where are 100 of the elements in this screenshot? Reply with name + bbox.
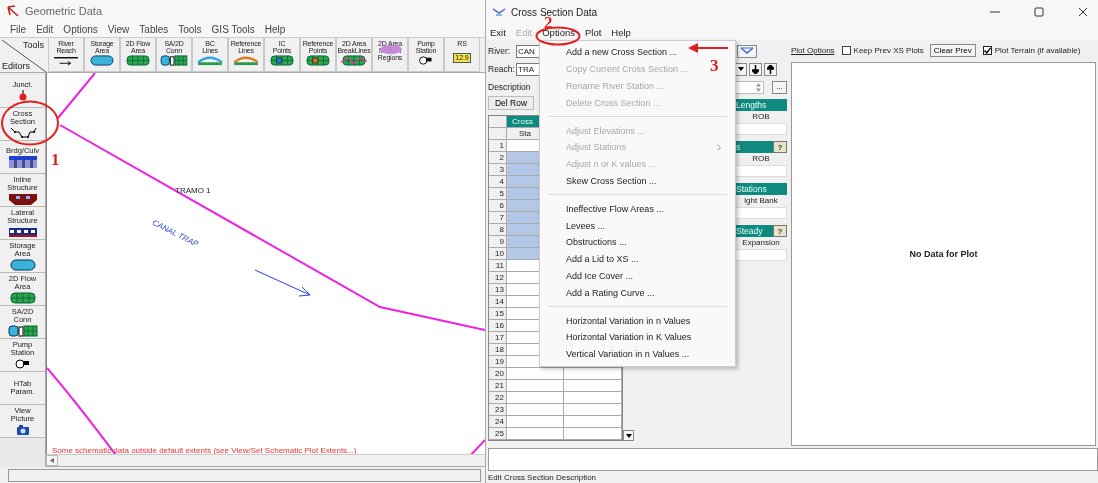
row-number: 7 (489, 212, 507, 224)
maximize-icon (1034, 7, 1044, 17)
row-number: 13 (489, 284, 507, 296)
help-button[interactable]: ? (773, 225, 787, 237)
warning-message: Some schematic data outside default extents (see View/Set Schematic Plot Extents...) (52, 446, 357, 454)
spinner-field[interactable] (734, 80, 764, 94)
flow-area-icon (7, 291, 38, 304)
table-cell[interactable] (507, 380, 564, 392)
table-cell[interactable] (507, 416, 564, 428)
storage-area-icon (7, 258, 38, 271)
reach-label: TRAMO 1 (175, 186, 211, 195)
reference-lines-icon (232, 55, 260, 66)
horizontal-scrollbar[interactable] (46, 454, 485, 467)
row-number: 25 (489, 428, 507, 440)
menu-item[interactable]: Help (611, 26, 631, 38)
clear-button[interactable]: Clear Prev (929, 43, 976, 57)
menu-item[interactable]: Add a Rating Curve ... (540, 284, 661, 302)
row-number: 3 (489, 164, 507, 176)
browse-button[interactable]: ... (772, 80, 787, 94)
menu-item[interactable]: Help (264, 24, 286, 35)
menu-item[interactable]: Exit (490, 26, 506, 38)
diagonal-line (0, 38, 48, 74)
menu-item[interactable]: View (107, 24, 130, 35)
menu-item[interactable]: Add a Lid to XS ... (540, 250, 645, 268)
menu-item[interactable]: Ineffective Flow Areas ... (540, 200, 670, 218)
checkbox-label: Plot Terrain (if available) (994, 45, 1081, 55)
status-text: Edit Cross Section Description (487, 472, 598, 483)
field-label: River: (488, 46, 512, 56)
row-number: 24 (489, 416, 507, 428)
input-field[interactable] (734, 207, 787, 219)
caret-icon (625, 433, 632, 438)
plot-options-link[interactable]: Plot Options (791, 45, 835, 55)
section-header: Steady (735, 226, 764, 236)
table-cell[interactable] (507, 404, 564, 416)
row-number: 11 (489, 260, 507, 272)
region-icon (377, 44, 405, 55)
up-arrow-icon (767, 64, 774, 74)
flow-area-icon (124, 55, 152, 66)
input-field[interactable] (734, 123, 787, 135)
connection-icon (7, 324, 38, 337)
menu-item[interactable]: File (10, 24, 27, 35)
checkbox[interactable] (841, 45, 851, 55)
row-number: 16 (489, 320, 507, 332)
row-number: 21 (489, 380, 507, 392)
section-header: Stations (735, 184, 768, 194)
points-icon (304, 55, 332, 66)
menu-item[interactable]: Obstructions ... (540, 233, 633, 251)
menu-item[interactable]: Tools (178, 24, 202, 35)
junction-icon (18, 90, 27, 101)
section-header: Lengths (735, 100, 768, 110)
menu-item[interactable]: Plot (584, 26, 602, 38)
scroll-left-button[interactable] (46, 455, 58, 466)
checkbox-label: Keep Prev XS Plots (853, 45, 924, 55)
table-cell[interactable] (564, 428, 622, 440)
points-icon (268, 55, 296, 66)
table-cell[interactable] (507, 428, 564, 440)
breaklines-icon (340, 55, 368, 66)
dropdown-button[interactable] (623, 430, 634, 441)
row-number: 18 (489, 344, 507, 356)
table-cell[interactable] (507, 392, 564, 404)
move-down-button[interactable] (749, 62, 762, 76)
step-number: 1 (51, 151, 60, 168)
table-cell[interactable] (507, 368, 564, 380)
chevron-right-icon (717, 143, 721, 151)
row-number: 9 (489, 236, 507, 248)
table-cell[interactable] (564, 404, 622, 416)
menu-item[interactable]: Options (63, 24, 98, 35)
table-corner (489, 116, 507, 128)
table-cell[interactable] (564, 368, 622, 380)
input-field[interactable] (734, 249, 787, 261)
table-cell[interactable] (564, 392, 622, 404)
section-header: s (735, 142, 742, 152)
highlight-circle (0, 100, 60, 146)
lateral-structure-icon (7, 225, 38, 238)
delete-row-button[interactable]: Del Row (488, 96, 534, 110)
table-cell[interactable] (564, 380, 622, 392)
input-field[interactable] (734, 165, 787, 177)
menu-item[interactable]: Levees ... (540, 217, 612, 234)
menu-item[interactable]: Add Ice Cover ... (540, 267, 640, 285)
description-field[interactable] (488, 448, 1098, 471)
river-reach-icon (52, 55, 80, 66)
menu-item[interactable]: Skew Cross Section ... (540, 172, 663, 190)
menu-item[interactable]: Horizontal Variation in K Values (540, 328, 698, 346)
row-number: 12 (489, 272, 507, 284)
app-icon (492, 8, 506, 16)
move-up-button[interactable] (764, 62, 777, 76)
row-number: 17 (489, 332, 507, 344)
row-number: 5 (489, 188, 507, 200)
storage-area-icon (88, 55, 116, 66)
row-number: 14 (489, 296, 507, 308)
checkbox[interactable] (982, 45, 992, 55)
help-button[interactable]: ? (773, 141, 787, 153)
field-label: Description (488, 82, 531, 92)
table-cell[interactable] (564, 416, 622, 428)
menu-item[interactable]: GIS Tools (211, 24, 255, 35)
menu-item[interactable]: Horizontal Variation in n Values (540, 312, 697, 329)
menu-item[interactable]: Vertical Variation in n Values ... (540, 345, 696, 363)
menu-item[interactable]: Tables (139, 24, 169, 35)
menu-item[interactable]: Edit (36, 24, 54, 35)
row-number: 6 (489, 200, 507, 212)
